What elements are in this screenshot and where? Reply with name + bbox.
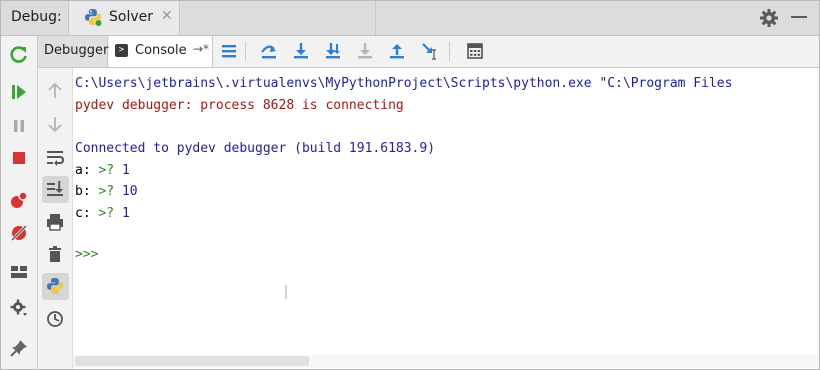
console-pin-icon: →* — [193, 42, 210, 56]
console-var-line: b: >? 10 — [75, 184, 138, 199]
console-side-toolbar — [38, 68, 73, 369]
var-value: 1 — [121, 163, 130, 178]
trash-icon[interactable] — [45, 244, 65, 264]
horizontal-scrollbar-thumb[interactable] — [75, 356, 309, 366]
view-breakpoints-icon[interactable] — [9, 190, 29, 210]
toolbar-separator — [245, 42, 246, 61]
console-icon: > — [115, 44, 128, 57]
scroll-to-end-icon[interactable] — [45, 179, 65, 199]
console-connected-line: Connected to pydev debugger (build 191.6… — [75, 141, 436, 156]
step-out-icon[interactable] — [387, 41, 407, 61]
run-tab-label: Solver — [109, 9, 153, 25]
debug-label: Debug: — [11, 9, 62, 25]
mute-breakpoints-icon[interactable] — [9, 223, 29, 243]
python-icon — [85, 9, 102, 26]
var-name: b: — [75, 184, 91, 199]
pause-icon[interactable] — [9, 116, 29, 136]
debug-toolbar: Debugger > Console →* — [38, 36, 819, 68]
pin-icon[interactable] — [9, 338, 29, 358]
titlebar-divider — [375, 1, 376, 35]
tab-debugger[interactable]: Debugger — [38, 36, 108, 67]
debug-left-toolbar — [1, 36, 38, 369]
console-connecting-line: pydev debugger: process 8628 is connecti… — [75, 98, 404, 113]
evaluate-expression-icon[interactable] — [465, 41, 485, 61]
down-arrow-icon[interactable] — [45, 114, 65, 134]
force-step-into-icon[interactable] — [355, 41, 375, 61]
settings-icon[interactable] — [9, 298, 29, 318]
console-input-prompt[interactable]: >>> — [75, 247, 98, 262]
console-var-line: a: >? 1 — [75, 163, 130, 178]
var-arrow: >? — [98, 184, 115, 199]
minimize-icon[interactable] — [791, 16, 807, 18]
debug-tool-window: Debug: Solver ✕ Debugger > Console →* C:… — [0, 0, 820, 370]
var-arrow: >? — [98, 206, 115, 221]
tab-console-label: Console — [135, 43, 187, 58]
layout-icon[interactable] — [9, 262, 29, 282]
run-tab-solver[interactable]: Solver ✕ — [68, 1, 180, 35]
step-into-icon[interactable] — [291, 41, 311, 61]
debug-title-bar: Debug: Solver ✕ — [1, 1, 819, 36]
close-icon[interactable]: ✕ — [161, 8, 173, 24]
resume-icon[interactable] — [9, 82, 29, 102]
console-var-line: c: >? 1 — [75, 206, 130, 221]
tab-console[interactable]: > Console →* — [109, 36, 213, 67]
toolbar-separator — [449, 42, 450, 61]
stop-icon[interactable] — [9, 148, 29, 168]
run-to-cursor-icon[interactable] — [420, 41, 440, 61]
text-cursor — [285, 285, 287, 299]
var-value: 1 — [121, 206, 130, 221]
gear-icon[interactable] — [759, 8, 779, 28]
step-into-my-code-icon[interactable] — [323, 41, 343, 61]
soft-wrap-icon[interactable] — [45, 148, 65, 168]
show-execution-point-icon[interactable] — [219, 41, 239, 61]
up-arrow-icon[interactable] — [45, 81, 65, 101]
console-output[interactable]: C:\Users\jetbrains\.virtualenvs\MyPython… — [73, 68, 819, 356]
var-name: c: — [75, 206, 91, 221]
history-icon[interactable] — [45, 309, 65, 329]
print-icon[interactable] — [45, 212, 65, 232]
var-name: a: — [75, 163, 91, 178]
python-console-icon[interactable] — [45, 276, 65, 296]
var-value: 10 — [121, 184, 138, 199]
step-over-icon[interactable] — [259, 41, 279, 61]
console-command-line: C:\Users\jetbrains\.virtualenvs\MyPython… — [75, 76, 733, 91]
rerun-icon[interactable] — [9, 44, 29, 64]
var-arrow: >? — [98, 163, 115, 178]
